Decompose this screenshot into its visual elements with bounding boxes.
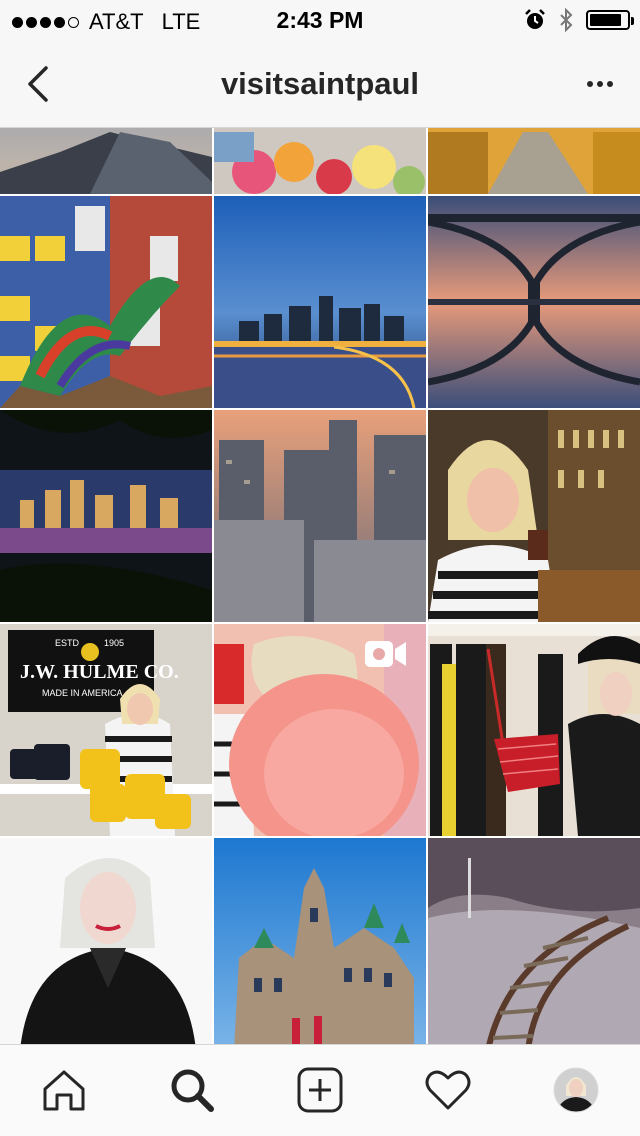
- store-sign-name: J.W. HULME CO.: [20, 661, 179, 683]
- status-right: [524, 8, 634, 32]
- grid-post[interactable]: ESTD 1905 J.W. HULME CO. MADE IN AMERICA: [0, 624, 212, 836]
- grid-post[interactable]: [214, 128, 426, 194]
- grid-post[interactable]: [428, 128, 640, 194]
- tab-profile[interactable]: [551, 1065, 601, 1115]
- grid-post[interactable]: [428, 838, 640, 1044]
- grid-post[interactable]: [428, 196, 640, 408]
- grid-post[interactable]: [214, 196, 426, 408]
- heart-icon: [425, 1070, 471, 1110]
- grid-post[interactable]: [0, 838, 212, 1044]
- status-bar: AT&T LTE 2:43 PM: [0, 0, 640, 40]
- video-icon: [364, 638, 408, 670]
- alarm-icon: [525, 9, 545, 29]
- grid-post[interactable]: [214, 624, 426, 836]
- avatar: [553, 1067, 599, 1113]
- grid-post[interactable]: [214, 410, 426, 622]
- bluetooth-icon: [560, 8, 573, 32]
- search-icon: [171, 1069, 214, 1112]
- page-title: visitsaintpaul: [220, 66, 420, 101]
- tab-home[interactable]: [39, 1065, 89, 1115]
- more-horizontal-icon: [587, 81, 593, 87]
- grid-post[interactable]: [0, 196, 212, 408]
- photo-grid: ESTD 1905 J.W. HULME CO. MADE IN AMERICA: [0, 128, 640, 1044]
- tab-add[interactable]: [295, 1065, 345, 1115]
- grid-post[interactable]: [428, 410, 640, 622]
- grid-post[interactable]: [0, 128, 212, 194]
- grid-post[interactable]: [428, 624, 640, 836]
- navigation-bar: visitsaintpaul: [0, 40, 640, 128]
- battery-icon: [586, 10, 634, 30]
- plus-square-icon: [297, 1067, 343, 1113]
- home-icon: [43, 1070, 85, 1111]
- grid-post[interactable]: [0, 410, 212, 622]
- tab-bar: [0, 1044, 640, 1136]
- grid-post[interactable]: [214, 838, 426, 1044]
- tab-search[interactable]: [167, 1065, 217, 1115]
- store-sign-tagline: MADE IN AMERICA: [42, 688, 123, 698]
- tab-activity[interactable]: [423, 1065, 473, 1115]
- store-sign-year: 1905: [104, 638, 124, 648]
- more-options-button[interactable]: [582, 70, 618, 98]
- store-sign-estd: ESTD: [55, 638, 80, 648]
